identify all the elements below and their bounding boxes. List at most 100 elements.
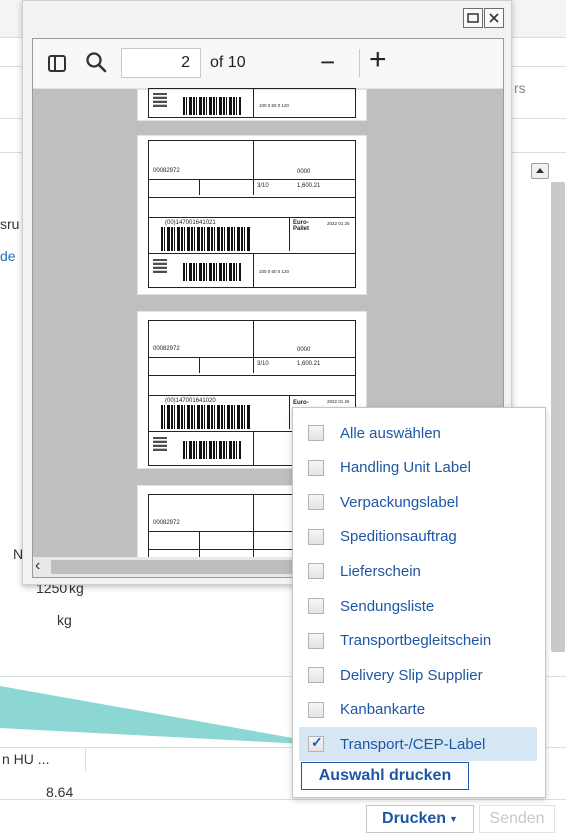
label-divider — [253, 321, 254, 373]
send-button[interactable]: Senden — [479, 805, 555, 833]
checkbox[interactable] — [308, 459, 324, 476]
chevron-down-icon: ▼ — [449, 814, 458, 824]
order-number: 00082972 — [153, 520, 180, 526]
scroll-left-icon[interactable]: ‹ — [35, 557, 40, 575]
qr-code-icon — [153, 437, 167, 451]
table-column-header[interactable] — [86, 748, 296, 772]
shipping-label: 00082972 0000 3/10 1,600.21 (00)14700164… — [148, 140, 356, 288]
barcode — [183, 441, 241, 459]
sscc-number: (00)147001641021 — [165, 220, 216, 226]
menu-item[interactable]: Transportbegleitschein — [299, 624, 537, 658]
search-icon[interactable] — [85, 51, 107, 73]
label-divider — [149, 197, 355, 198]
window-controls — [463, 8, 504, 28]
menu-item[interactable]: Lieferschein — [299, 554, 537, 588]
table-cell: 8.64 — [46, 784, 74, 800]
menu-item-label: Transportbegleitschein — [340, 632, 492, 650]
quantity: 3/10 — [257, 183, 269, 189]
label-text: 100 0 60 0 120 — [259, 269, 290, 274]
label-date: 2022 01 26 — [327, 221, 350, 226]
print-options-menu: Alle auswählen Handling Unit Label Verpack… — [292, 407, 546, 798]
menu-item[interactable]: Handling Unit Label — [299, 451, 537, 485]
sscc-number: (00)147001641020 — [165, 398, 216, 404]
label-divider — [289, 217, 290, 251]
print-selection-button[interactable]: Auswahl drucken — [301, 762, 469, 790]
truncated-text: rs — [514, 80, 526, 96]
label-divider — [149, 375, 355, 376]
weight-unit: kg — [57, 612, 72, 628]
maximize-icon — [467, 13, 479, 23]
pdf-page: 00082972 0000 3/10 1,600.21 (00)14700164… — [137, 135, 367, 295]
menu-item-label: Sendungsliste — [340, 597, 435, 615]
zoom-in-button[interactable]: + — [369, 43, 387, 77]
barcode — [183, 97, 241, 115]
quantity: 3/10 — [257, 361, 269, 367]
label-divider — [149, 179, 355, 180]
checkbox[interactable] — [308, 563, 324, 580]
pdf-page: 100 0 60 0 120 — [137, 88, 367, 121]
close-icon — [489, 13, 499, 23]
barcode — [161, 405, 251, 429]
print-button[interactable]: Drucken ▼ — [366, 805, 474, 833]
sidebar-toggle-icon[interactable] — [48, 55, 66, 72]
label-divider — [253, 253, 254, 287]
label-divider — [149, 395, 355, 396]
label-divider — [253, 495, 254, 563]
zoom-out-button[interactable]: − — [320, 47, 335, 78]
pallet-type: Euro- — [293, 400, 309, 406]
menu-item-label: Speditionsauftrag — [340, 528, 457, 546]
order-number: 00082972 — [153, 168, 180, 174]
checkbox[interactable] — [308, 598, 324, 614]
barcode — [161, 227, 251, 251]
label-date: 2022 01 26 — [327, 399, 350, 404]
menu-item[interactable]: Alle auswählen — [299, 416, 537, 450]
weight: 1,600.21 — [297, 361, 321, 367]
menu-item-label: Transport-/CEP-Label — [340, 735, 486, 753]
label-text: 100 0 60 0 120 — [259, 103, 290, 108]
checkbox[interactable] — [308, 425, 324, 441]
close-button[interactable] — [484, 8, 504, 28]
label-divider — [199, 179, 200, 195]
label-divider — [199, 357, 200, 373]
print-button-label: Drucken — [382, 810, 447, 827]
checkbox[interactable] — [308, 667, 324, 684]
menu-item-label: Alle auswählen — [340, 424, 441, 442]
truncated-text: sru — [0, 216, 20, 232]
scroll-up-button[interactable] — [531, 163, 549, 179]
menu-item[interactable]: Verpackungslabel — [299, 485, 537, 519]
reference: 0000 — [297, 169, 311, 175]
checkbox[interactable] — [308, 734, 324, 753]
qr-code-icon — [153, 93, 167, 107]
order-number: 00082972 — [153, 346, 180, 352]
label-divider — [289, 395, 290, 429]
menu-item[interactable]: Kanbankarte — [299, 693, 537, 727]
menu-item-label: Lieferschein — [340, 562, 421, 580]
page-count-label: of 10 — [210, 54, 246, 71]
label-divider — [149, 253, 355, 254]
menu-item[interactable]: Delivery Slip Supplier — [299, 658, 537, 692]
menu-item[interactable]: Transport-/CEP-Label — [299, 727, 537, 762]
menu-item-label: Delivery Slip Supplier — [340, 666, 483, 684]
truncated-link[interactable]: de — [0, 248, 16, 264]
menu-item-label: Verpackungslabel — [340, 493, 459, 511]
label-divider — [149, 357, 355, 358]
weight: 1,600.21 — [297, 183, 321, 189]
menu-item-label: Handling Unit Label — [340, 459, 471, 477]
checkbox[interactable] — [308, 494, 324, 511]
scrollbar-thumb[interactable] — [51, 560, 321, 574]
page-number-input[interactable]: 2 — [121, 48, 201, 78]
vertical-scrollbar[interactable] — [551, 182, 565, 652]
reference: 0000 — [297, 347, 311, 353]
barcode — [183, 263, 241, 281]
menu-item-label: Kanbankarte — [340, 701, 426, 719]
checkbox[interactable] — [308, 632, 324, 649]
checkbox[interactable] — [308, 528, 324, 545]
table-column-header[interactable]: n HU ... — [0, 748, 86, 772]
pdf-toolbar: 2 of 10 − + — [33, 39, 503, 89]
menu-item[interactable]: Speditionsauftrag — [299, 520, 537, 554]
menu-item[interactable]: Sendungsliste — [299, 589, 537, 623]
checkbox[interactable] — [308, 701, 324, 718]
label-divider — [253, 431, 254, 465]
qr-code-icon — [153, 259, 167, 273]
maximize-button[interactable] — [463, 8, 483, 28]
